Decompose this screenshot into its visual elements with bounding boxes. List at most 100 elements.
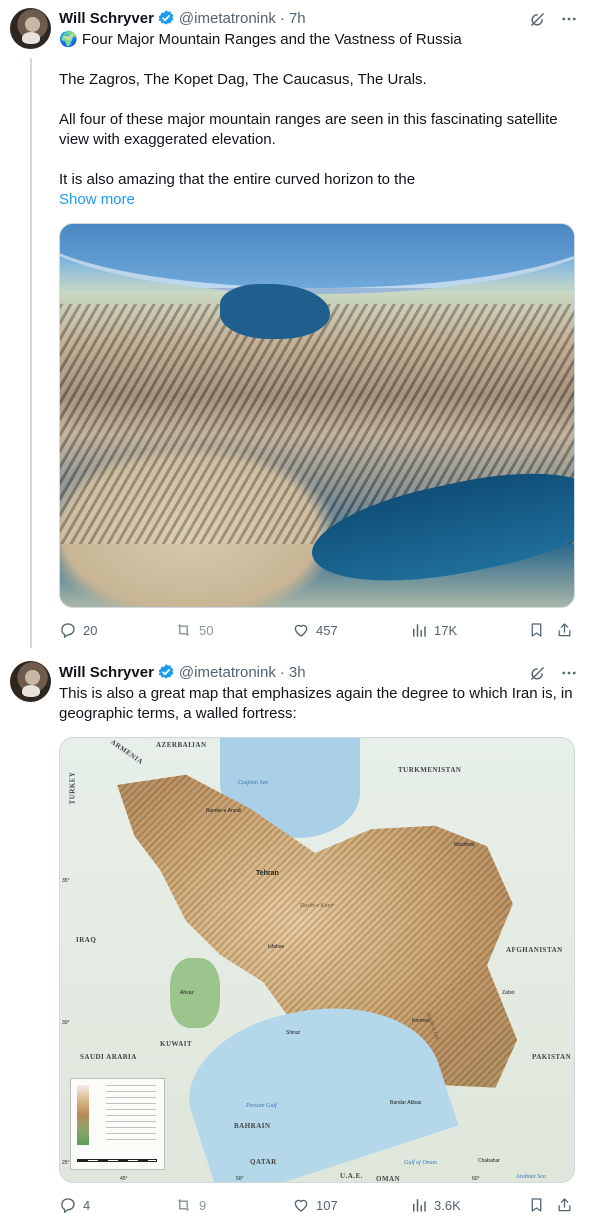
map-latitude-label: 30°: [62, 1020, 70, 1026]
map-country-label: U.A.E.: [340, 1172, 364, 1180]
views-button[interactable]: 3.6K: [410, 1194, 461, 1216]
timestamp[interactable]: 3h: [289, 664, 306, 681]
retweet-button[interactable]: 50: [174, 619, 213, 641]
map-country-label: BAHRAIN: [234, 1122, 271, 1130]
tweet-top-icons: [529, 664, 578, 682]
like-icon: [294, 624, 308, 637]
tweet-header: Will Schryver @imetatronink · 3h: [59, 661, 306, 683]
retweet-count: 50: [199, 622, 214, 638]
bookmark-icon: [531, 1198, 542, 1212]
share-button[interactable]: [556, 619, 573, 641]
map-city-label: Ahvaz: [180, 990, 194, 996]
tweet-top-icons: [529, 10, 578, 28]
tweet-text: 🌍 Four Major Mountain Ranges and the Vas…: [59, 30, 579, 210]
reply-count: 4: [83, 1197, 91, 1213]
show-more-link[interactable]: Show more: [59, 190, 579, 210]
reply-icon: [61, 623, 75, 638]
map-country-label: ARMENIA: [109, 737, 145, 767]
tweet-image-satellite[interactable]: [59, 223, 575, 608]
tweet-1[interactable]: Will Schryver @imetatronink · 7h 🌍 Four …: [0, 0, 600, 660]
views-count: 17K: [434, 622, 458, 638]
bookmark-button[interactable]: [528, 619, 545, 641]
more-icon[interactable]: [560, 10, 578, 28]
map-legend-elevation: [77, 1085, 89, 1145]
tweet-image-map[interactable]: ARMENIA AZERBAIJAN TURKMENISTAN TURKEY I…: [59, 737, 575, 1183]
map-city-label: Isfahan: [268, 944, 285, 950]
like-count: 457: [316, 622, 338, 638]
verified-badge-icon: [157, 663, 175, 681]
map-country-label: OMAN: [376, 1175, 401, 1183]
map-water-label: Persian Gulf: [246, 1103, 277, 1109]
retweet-icon: [177, 1199, 190, 1211]
thread-line: [30, 58, 32, 648]
map-city-label: Bandar Abbas: [390, 1100, 422, 1106]
map-country-label: AZERBAIJAN: [156, 741, 207, 749]
reply-count: 20: [83, 622, 98, 638]
bookmark-icon: [531, 623, 542, 637]
tweet-actions: 4 9 107 3.6K: [59, 1194, 579, 1216]
tweet-text-line: The Zagros, The Kopet Dag, The Caucasus,…: [59, 71, 427, 88]
image-horizon: [60, 224, 574, 294]
map-region-label: Dasht-e Kavir: [300, 903, 335, 909]
tweet-2[interactable]: Will Schryver @imetatronink · 3h This is…: [0, 660, 600, 1229]
map-longitude-label: 45°: [120, 1176, 128, 1182]
like-count: 107: [316, 1197, 338, 1213]
map-water-label: Gulf of Oman: [404, 1160, 437, 1166]
author-handle[interactable]: @imetatronink: [179, 664, 276, 681]
map-country-label: TURKEY: [68, 771, 77, 805]
retweet-count: 9: [199, 1197, 207, 1213]
grok-icon[interactable]: [529, 11, 546, 28]
author-name[interactable]: Will Schryver: [59, 664, 154, 681]
separator: ·: [279, 9, 285, 27]
timestamp[interactable]: 7h: [289, 10, 306, 27]
map-country-label: TURKMENISTAN: [398, 766, 462, 774]
map-country-label: KUWAIT: [160, 1040, 193, 1048]
map-country-label: QATAR: [250, 1158, 277, 1166]
map-latitude-label: 25°: [62, 1160, 70, 1166]
like-button[interactable]: 107: [292, 1194, 338, 1216]
retweet-button[interactable]: 9: [174, 1194, 206, 1216]
views-icon: [413, 624, 426, 637]
map-legend: [70, 1078, 165, 1170]
reply-icon: [61, 1198, 75, 1213]
author-name[interactable]: Will Schryver: [59, 10, 154, 27]
map-city-label: Mashhad: [454, 842, 475, 848]
map-legend-symbols: [106, 1085, 156, 1145]
map-longitude-label: 50°: [236, 1176, 244, 1182]
like-button[interactable]: 457: [292, 619, 338, 641]
reply-button[interactable]: 20: [59, 619, 97, 641]
map-longitude-label: 60°: [472, 1176, 480, 1182]
more-icon[interactable]: [560, 664, 578, 682]
tweet-text: This is also a great map that emphasizes…: [59, 684, 579, 724]
map-latitude-label: 35°: [62, 878, 70, 884]
author-handle[interactable]: @imetatronink: [179, 10, 276, 27]
map-city-label: Shiraz: [286, 1030, 301, 1036]
map-scale-bar: [77, 1159, 157, 1162]
avatar[interactable]: [10, 661, 51, 702]
bookmark-button[interactable]: [528, 1194, 545, 1216]
map-city-label: Bandar-e Anzali: [206, 808, 242, 814]
map-city-label: Tehran: [256, 870, 279, 877]
share-button[interactable]: [556, 1194, 573, 1216]
map-water-label: Arabian Sea: [516, 1174, 546, 1180]
tweet-text-line: This is also a great map that emphasizes…: [59, 685, 573, 722]
retweet-icon: [177, 624, 190, 636]
grok-icon[interactable]: [529, 665, 546, 682]
separator: ·: [279, 663, 285, 681]
map-city-label: Chabahar: [478, 1158, 500, 1164]
map-water-label: Caspian Sea: [238, 780, 269, 786]
map-country-label: PAKISTAN: [532, 1053, 572, 1061]
reply-button[interactable]: 4: [59, 1194, 90, 1216]
tweet-header: Will Schryver @imetatronink · 7h: [59, 7, 306, 29]
verified-badge-icon: [157, 9, 175, 27]
map-country-label: AFGHANISTAN: [506, 946, 563, 954]
tweet-actions: 20 50 457 17K: [59, 619, 579, 641]
map-country-label: SAUDI ARABIA: [80, 1053, 137, 1061]
tweet-text-line: It is also amazing that the entire curve…: [59, 171, 416, 188]
views-icon: [413, 1199, 426, 1212]
share-icon: [558, 1198, 571, 1212]
share-icon: [558, 623, 571, 637]
avatar[interactable]: [10, 8, 51, 49]
views-count: 3.6K: [434, 1197, 461, 1213]
views-button[interactable]: 17K: [410, 619, 457, 641]
